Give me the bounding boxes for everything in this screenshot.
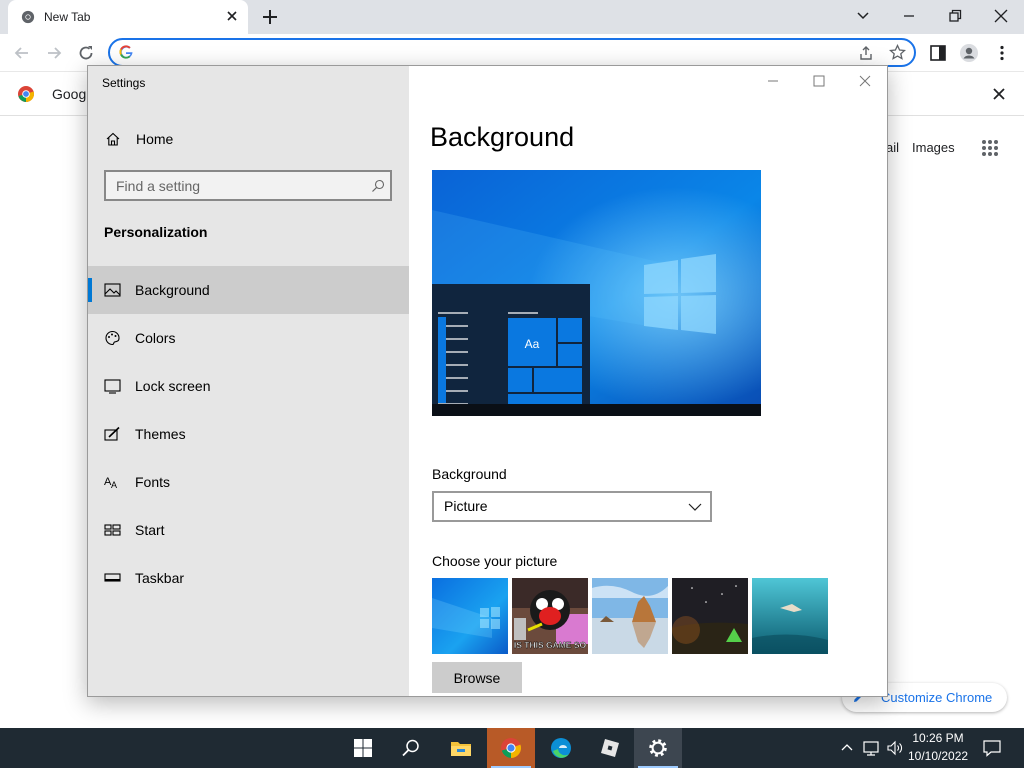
settings-minimize-icon[interactable] (766, 74, 780, 88)
start-button[interactable] (339, 728, 387, 768)
profile-avatar-icon[interactable] (959, 43, 979, 63)
bookmark-star-icon[interactable] (889, 44, 906, 61)
tab-new-tab[interactable]: New Tab (8, 0, 248, 34)
home-nav-item[interactable]: Home (88, 126, 409, 154)
new-tab-icon[interactable] (261, 8, 279, 26)
clock-date[interactable]: 10/10/2022 (908, 749, 968, 763)
choose-picture-label: Choose your picture (432, 553, 558, 569)
roblox-icon (601, 739, 619, 757)
home-label: Home (136, 131, 174, 147)
home-icon (106, 132, 120, 146)
volume-icon[interactable] (886, 739, 904, 757)
nav-item-fonts[interactable]: A A Fonts (88, 458, 409, 506)
page-title: Background (430, 122, 575, 152)
nav-item-background[interactable]: Background (88, 266, 409, 314)
chrome-menu-icon[interactable] (992, 43, 1012, 63)
settings-maximize-icon[interactable] (812, 74, 826, 88)
tab-strip: New Tab (0, 0, 1024, 34)
selection-indicator (88, 278, 92, 302)
google-g-icon (119, 45, 133, 59)
window-title: Settings (102, 76, 146, 90)
customize-chrome-label: Customize Chrome (881, 690, 993, 705)
tab-close-icon[interactable] (224, 8, 240, 24)
file-explorer-icon (451, 742, 471, 756)
nav-item-colors[interactable]: Colors (88, 314, 409, 362)
settings-sidebar: Settings Home Personalization Background (88, 66, 409, 696)
bookmark-label[interactable]: Googl (52, 86, 89, 102)
windows-start-icon (354, 739, 372, 757)
reload-icon[interactable] (76, 43, 96, 63)
nav-label: Fonts (135, 474, 171, 490)
nav-label: Start (135, 522, 165, 538)
nav-label: Taskbar (135, 570, 185, 586)
browse-button[interactable]: Browse (432, 662, 522, 693)
section-heading: Personalization (104, 224, 208, 240)
forward-icon[interactable] (44, 43, 64, 63)
taskbar-search-button[interactable] (387, 728, 435, 768)
start-icon (104, 524, 121, 536)
nav-label: Themes (135, 426, 186, 442)
nav-label: Colors (135, 330, 176, 346)
nav-item-lock-screen[interactable]: Lock screen (88, 362, 409, 410)
search-icon (402, 739, 419, 757)
chevron-down-icon (688, 503, 702, 511)
palette-icon (105, 330, 120, 346)
themes-icon (104, 426, 120, 441)
taskbar-file-explorer[interactable] (437, 728, 485, 768)
lock-screen-icon (104, 379, 121, 394)
thumbnail-beach-rocks[interactable] (592, 578, 668, 654)
svg-text:A: A (111, 480, 117, 490)
tab-title: New Tab (44, 10, 91, 24)
share-icon[interactable] (858, 45, 874, 61)
search-icon (372, 179, 385, 192)
address-bar[interactable] (108, 38, 916, 67)
clock-time[interactable]: 10:26 PM (908, 731, 968, 745)
preview-tile-text: Aa (525, 337, 540, 351)
settings-window: Settings Home Personalization Background (87, 65, 888, 697)
thumbnail-game-meme[interactable]: IS THIS GAME SO (512, 578, 588, 654)
taskbar-chrome[interactable] (487, 728, 535, 768)
minimize-icon[interactable] (898, 6, 920, 26)
taskbar-edge[interactable] (537, 728, 585, 768)
taskbar-settings[interactable] (634, 728, 682, 768)
taskbar-icon (104, 573, 121, 582)
chrome-icon (501, 738, 521, 758)
find-setting-search[interactable] (104, 170, 392, 201)
fonts-icon: A A (104, 476, 117, 490)
apps-grid-icon[interactable] (981, 139, 999, 157)
nav-item-start[interactable]: Start (88, 506, 409, 554)
thumbnail-caption: IS THIS GAME SO (514, 640, 587, 650)
nav-label: Background (135, 282, 210, 298)
restore-icon[interactable] (944, 6, 966, 26)
settings-icon (649, 739, 667, 757)
nav-label: Lock screen (135, 378, 211, 394)
thumbnail-night-sky-tent[interactable] (672, 578, 748, 654)
dismiss-icon[interactable] (990, 85, 1008, 103)
background-dropdown-value: Picture (444, 498, 488, 514)
background-label: Background (432, 466, 507, 482)
chrome-logo-icon (18, 86, 35, 102)
tab-search-chevron-icon[interactable] (852, 6, 874, 26)
nav-item-themes[interactable]: Themes (88, 410, 409, 458)
chrome-favicon-icon (21, 10, 35, 24)
thumbnail-underwater-swimmer[interactable] (752, 578, 828, 654)
taskbar-roblox[interactable] (586, 728, 634, 768)
close-window-icon[interactable] (990, 6, 1012, 26)
back-icon[interactable] (12, 43, 32, 63)
side-panel-icon[interactable] (928, 43, 948, 63)
search-input[interactable] (116, 176, 356, 196)
edge-icon (551, 738, 571, 758)
images-link[interactable]: Images (912, 140, 955, 155)
desktop-preview: Aa (432, 170, 761, 416)
notifications-icon[interactable] (982, 738, 1002, 758)
network-icon[interactable] (862, 739, 880, 757)
settings-close-icon[interactable] (858, 74, 872, 88)
nav-item-taskbar[interactable]: Taskbar (88, 554, 409, 602)
show-hidden-icons-chevron-icon[interactable] (838, 739, 856, 757)
picture-icon (104, 283, 121, 297)
background-dropdown[interactable]: Picture (432, 491, 712, 522)
thumbnail-windows-blue[interactable] (432, 578, 508, 654)
taskbar (0, 728, 1024, 768)
